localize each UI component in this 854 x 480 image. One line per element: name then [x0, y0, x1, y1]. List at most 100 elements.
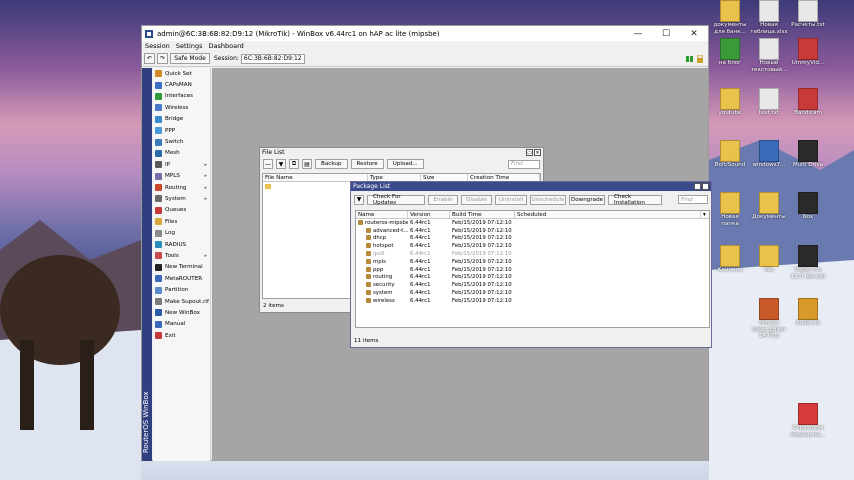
sidebar-item-routing[interactable]: Routing ▸ — [153, 182, 210, 193]
file-list-close-icon[interactable]: ✕ — [534, 149, 541, 156]
check-updates-button[interactable]: Check For Updates — [367, 194, 425, 206]
table-row[interactable]: mpls 6.44rc1 Feb/15/2019 07:12:10 — [356, 258, 709, 266]
package-list-restore-icon[interactable]: ▭ — [694, 183, 701, 190]
upload-button[interactable]: Upload... — [386, 159, 424, 169]
sidebar-item-exit[interactable]: Exit — [153, 330, 210, 341]
disable-button[interactable]: Disable — [461, 194, 492, 205]
table-row[interactable]: advanced-t... 6.44rc1 Feb/15/2019 07:12:10 — [356, 227, 709, 235]
sidebar-item-log[interactable]: Log — [153, 227, 210, 238]
desktop-icon[interactable]: Документы — [751, 192, 787, 221]
uninstall-button[interactable]: Uninstall — [495, 194, 527, 205]
desktop-icon[interactable]: Vegas Pro 13.0 (64-bit) — [790, 245, 826, 280]
maximize-button[interactable]: ☐ — [652, 26, 680, 41]
desktop-icon[interactable]: youtube — [712, 88, 748, 117]
menu-session[interactable]: Session — [145, 42, 170, 50]
session-field[interactable]: 6C:3B:6B:82:D9:12 — [240, 53, 305, 64]
table-row[interactable]: dhcp 6.44rc1 Feb/15/2019 07:12:10 — [356, 235, 709, 243]
table-row[interactable]: wireless 6.44rc1 Feb/15/2019 07:12:10 — [356, 297, 709, 305]
minus-icon[interactable]: — — [263, 159, 273, 169]
desktop-icon[interactable]: windows7... — [751, 140, 787, 169]
safe-mode-button[interactable]: Safe Mode — [170, 53, 210, 64]
sidebar-item-ppp[interactable]: PPP — [153, 125, 210, 136]
table-row[interactable]: routing 6.44rc1 Feb/15/2019 07:12:10 — [356, 274, 709, 282]
close-button[interactable]: ✕ — [680, 26, 708, 41]
file-list-restore-icon[interactable]: ▭ — [526, 149, 533, 156]
sidebar-item-new-winbox[interactable]: New WinBox — [153, 307, 210, 318]
file-col-name[interactable]: File Name — [263, 174, 368, 181]
paste-icon[interactable]: ▤ — [302, 159, 312, 169]
package-list-titlebar[interactable]: Package List ▭ ✕ — [351, 182, 711, 191]
desktop-icon[interactable]: Страховая медицина... — [790, 403, 826, 438]
sidebar-item-system[interactable]: System ▸ — [153, 193, 210, 204]
desktop-icon[interactable]: Новый текстовый... — [751, 38, 787, 73]
sidebar-item-files[interactable]: Files — [153, 216, 210, 227]
sidebar-item-wireless[interactable]: Wireless — [153, 102, 210, 113]
desktop-icon[interactable]: Vas — [751, 245, 787, 274]
desktop-icon[interactable]: Multi Drive — [790, 140, 826, 169]
unschedule-button[interactable]: Unschedule — [530, 194, 566, 205]
desktop-icon[interactable]: Новая папка — [712, 192, 748, 227]
desktop-icon[interactable]: Bolt/Sound — [712, 140, 748, 169]
desktop-icon[interactable]: Audacity — [790, 298, 826, 327]
pkg-col-build-time[interactable]: Build Time — [450, 211, 515, 218]
menu-dashboard[interactable]: Dashboard — [208, 42, 243, 50]
sidebar-item-capsman[interactable]: CAPsMAN — [153, 79, 210, 90]
sidebar-item-queues[interactable]: Queues — [153, 205, 210, 216]
desktop-icon[interactable]: test.txt — [751, 88, 787, 117]
filter-icon[interactable]: ▼ — [276, 159, 286, 169]
file-find-input[interactable]: Find — [508, 159, 540, 169]
desktop-icon-label: Nox — [802, 214, 814, 220]
filter-icon[interactable]: ▼ — [354, 194, 364, 205]
sidebar-item-new-terminal[interactable]: New Terminal — [153, 262, 210, 273]
sidebar-item-manual[interactable]: Manual — [153, 319, 210, 330]
package-find-input[interactable]: Find — [678, 195, 708, 204]
redo-button[interactable]: ↷ — [157, 53, 168, 64]
restore-button[interactable]: Restore — [350, 159, 384, 169]
desktop-icon[interactable]: Новая таблица.xlsx — [750, 0, 788, 35]
sidebar-item-mpls[interactable]: MPLS ▸ — [153, 171, 210, 182]
sidebar-item-mesh[interactable]: Mesh — [153, 148, 210, 159]
desktop-icon[interactable]: Nox — [790, 192, 826, 221]
file-col-size[interactable]: Size — [421, 174, 468, 181]
desktop-icon[interactable]: на блог — [712, 38, 748, 67]
sidebar-item-ip[interactable]: IP ▸ — [153, 159, 210, 170]
package-list-close-icon[interactable]: ✕ — [702, 183, 709, 190]
sidebar-item-metarouter[interactable]: MetaROUTER — [153, 273, 210, 284]
file-col-type[interactable]: Type — [368, 174, 421, 181]
backup-button[interactable]: Backup — [315, 159, 348, 169]
table-row[interactable]: system 6.44rc1 Feb/15/2019 07:12:10 — [356, 289, 709, 297]
pkg-col-name[interactable]: Name — [356, 211, 408, 218]
desktop-icon[interactable]: Каннела — [712, 245, 748, 274]
file-col-creation[interactable]: Creation Time — [468, 174, 540, 181]
desktop-icon[interactable]: Bandicam — [790, 88, 826, 117]
table-row[interactable]: hotspot 6.44rc1 Feb/15/2019 07:12:10 — [356, 242, 709, 250]
desktop-icon[interactable]: Movavi Video Editor 14 Plus — [751, 298, 787, 340]
sidebar-item-interfaces[interactable]: Interfaces — [153, 91, 210, 102]
check-installation-button[interactable]: Check Installation — [608, 194, 662, 206]
pkg-col-scheduled[interactable]: Scheduled — [515, 211, 701, 218]
sidebar-item-quick-set[interactable]: Quick Set — [153, 68, 210, 79]
title-bar[interactable]: admin@6C:3B:6B:82:D9:12 (MikroTik) - Win… — [142, 26, 708, 41]
sidebar-item-make-supout-rif[interactable]: Make Supout.rif — [153, 296, 210, 307]
desktop-icon[interactable]: UmmyVid... — [790, 38, 826, 67]
sidebar-item-radius[interactable]: RADIUS — [153, 239, 210, 250]
minimize-button[interactable]: — — [624, 26, 652, 41]
enable-button[interactable]: Enable — [428, 194, 458, 205]
sidebar-item-bridge[interactable]: Bridge — [153, 114, 210, 125]
pkg-col-version[interactable]: Version — [408, 211, 450, 218]
column-menu-icon[interactable]: ▾ — [701, 211, 709, 218]
sidebar-item-switch[interactable]: Switch — [153, 136, 210, 147]
sidebar-item-partition[interactable]: Partition — [153, 284, 210, 295]
menu-settings[interactable]: Settings — [176, 42, 203, 50]
downgrade-button[interactable]: Downgrade — [569, 194, 605, 205]
file-list-titlebar[interactable]: File List ▭ ✕ — [260, 148, 543, 157]
undo-button[interactable]: ↶ — [144, 53, 155, 64]
table-row[interactable]: routeros-mipsbe 6.44rc1 Feb/15/2019 07:12:… — [356, 219, 709, 227]
sidebar-item-tools[interactable]: Tools ▸ — [153, 250, 210, 261]
table-row[interactable]: security 6.44rc1 Feb/15/2019 07:12:10 — [356, 281, 709, 289]
table-row[interactable]: ppp 6.44rc1 Feb/15/2019 07:12:10 — [356, 266, 709, 274]
table-row[interactable]: ipv6 6.44rc1 Feb/15/2019 07:12:10 — [356, 250, 709, 258]
desktop-icon[interactable]: документы для банк... — [712, 0, 748, 35]
copy-icon[interactable]: ⧉ — [289, 159, 299, 169]
desktop-icon[interactable]: Расчеты.txt — [790, 0, 826, 29]
